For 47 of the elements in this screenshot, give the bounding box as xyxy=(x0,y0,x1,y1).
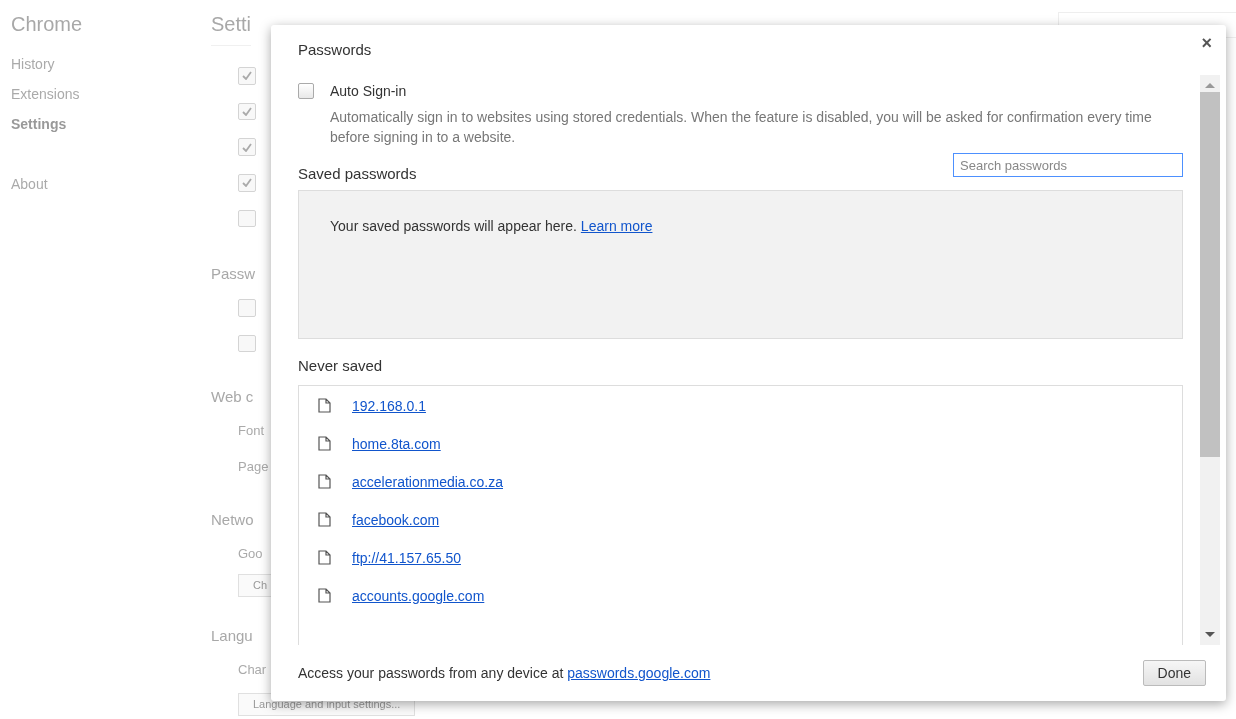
checkbox[interactable] xyxy=(238,209,256,228)
app-title: Chrome xyxy=(11,12,83,36)
dialog-title: Passwords xyxy=(298,41,372,60)
checkbox[interactable] xyxy=(238,67,256,85)
section-title: Langu xyxy=(211,625,253,646)
checkbox-label: Auto Sign-in xyxy=(330,83,407,99)
page-heading: Setti xyxy=(211,12,252,46)
setting-label: Goo xyxy=(238,545,263,561)
check-icon xyxy=(242,178,252,188)
site-link[interactable]: 192.168.0.1 xyxy=(352,397,426,414)
document-icon xyxy=(318,588,331,603)
checkbox[interactable] xyxy=(298,83,314,99)
scrollbar[interactable] xyxy=(1200,75,1220,645)
checkbox[interactable] xyxy=(238,334,256,353)
site-link[interactable]: accelerationmedia.co.za xyxy=(352,473,503,490)
learn-more-link[interactable]: Learn more xyxy=(580,218,653,234)
checkbox[interactable] xyxy=(238,102,256,121)
check-icon xyxy=(242,142,252,152)
document-icon xyxy=(318,474,331,489)
search-field[interactable]: Search passwords xyxy=(953,153,1183,177)
checkbox[interactable] xyxy=(238,138,256,156)
passwords-link[interactable]: passwords.google.com xyxy=(567,665,711,681)
site-link[interactable]: facebook.com xyxy=(352,511,440,528)
document-icon xyxy=(318,436,331,451)
section-title: Never saved xyxy=(298,357,384,374)
empty-message: Your saved passwords will appear here. Learn more xyxy=(330,218,653,234)
close-button[interactable]: × xyxy=(1199,33,1214,54)
setting-label: Font xyxy=(238,423,264,439)
site-link[interactable]: accounts.google.com xyxy=(352,587,485,604)
check-icon xyxy=(242,106,252,116)
setting-label: Char xyxy=(238,661,267,677)
site-link[interactable]: ftp://41.157.65.50 xyxy=(352,549,461,566)
setting-label: Page xyxy=(238,458,269,474)
done-button[interactable]: Done xyxy=(1142,660,1206,686)
section-title: Web c xyxy=(211,387,254,408)
site-link[interactable]: home.8ta.com xyxy=(352,435,441,452)
check-icon xyxy=(242,71,252,81)
checkbox[interactable] xyxy=(238,173,256,192)
document-icon xyxy=(318,550,331,565)
section-title: Saved passwords xyxy=(298,165,417,182)
footer-text: Access your passwords from any device at passwords.google.com xyxy=(298,665,711,681)
section-title: Netwo xyxy=(211,509,254,530)
document-icon xyxy=(318,398,331,413)
description-text: Automatically sign in to websites using stored credentials. When the feature is disabled, you will be asked for confirmation every time before signing in to a website. xyxy=(330,108,1153,147)
section-title: Passw xyxy=(211,264,256,285)
document-icon xyxy=(318,512,331,527)
checkbox[interactable] xyxy=(238,299,256,317)
